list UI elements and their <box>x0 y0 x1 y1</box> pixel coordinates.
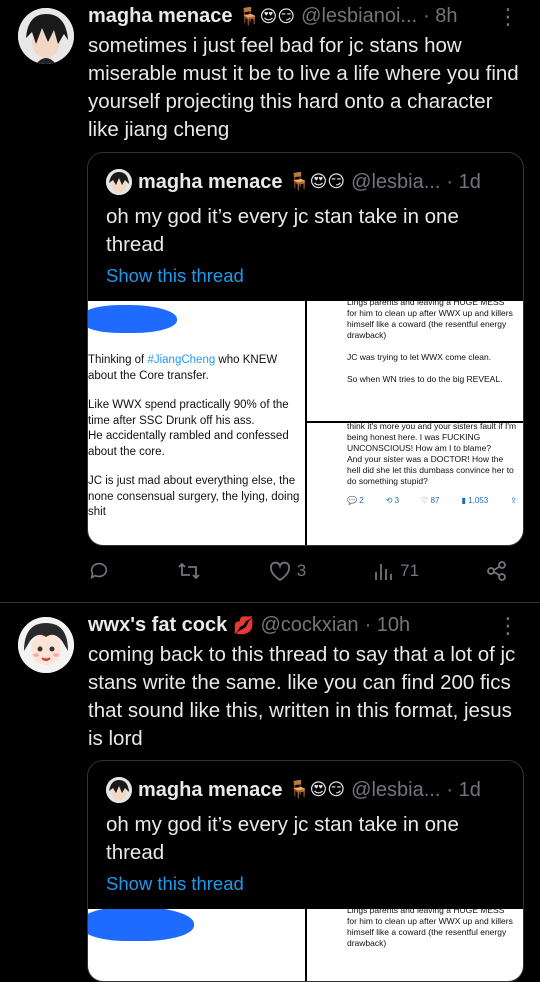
quoted-tweet[interactable]: magha menace 🪑😍😏 @lesbia... · 1d oh my g… <box>87 760 524 982</box>
tweet-2[interactable]: wwx's fat cock 💋 @cockxian · 10h ⋮ comin… <box>0 603 540 982</box>
tweet-header: magha menace 🪑😍😏 @lesbianoi... · 8h <box>88 5 458 28</box>
share-button[interactable] <box>486 560 508 582</box>
image-text: Lings parents and leaving a HUGE MESS fo… <box>347 909 513 948</box>
quoted-display-name: magha menace <box>138 170 283 193</box>
quoted-header: magha menace 🪑😍😏 @lesbia... · 1d <box>106 169 481 195</box>
name-emojis: 💋 <box>233 615 255 635</box>
more-options-icon[interactable]: ⋮ <box>497 4 520 30</box>
image-text: think it's more you and your sisters fau… <box>347 423 517 505</box>
quoted-text: oh my god it’s every jc stan take in one… <box>106 205 459 256</box>
display-name[interactable]: magha menace <box>88 5 233 28</box>
avatar-image <box>18 8 74 64</box>
quoted-timestamp: · 1d <box>446 170 481 193</box>
tweet-header: wwx's fat cock 💋 @cockxian · 10h <box>88 614 410 637</box>
image-text: Thinking of #JiangCheng who KNEW about t… <box>88 354 300 518</box>
attached-image-3[interactable]: think it's more you and your sisters fau… <box>307 423 523 545</box>
name-emojis: 🪑😍😏 <box>238 6 296 26</box>
image-text: Lings parents and leaving a HUGE MESS fo… <box>347 301 513 384</box>
quoted-handle: @lesbia... <box>351 778 441 801</box>
quoted-name-emojis: 🪑😍😏 <box>288 172 346 191</box>
views-count: 71 <box>400 561 420 580</box>
views-button[interactable]: 71 <box>373 560 419 582</box>
avatar[interactable] <box>18 8 74 64</box>
tweet-text: sometimes i just feel bad for jc stans h… <box>88 34 519 141</box>
attached-image-2[interactable]: Lings parents and leaving a HUGE MESS fo… <box>307 909 523 981</box>
quoted-header: magha menace 🪑😍😏 @lesbia... · 1d <box>106 777 481 803</box>
handle[interactable]: @lesbianoi... <box>301 5 417 28</box>
heart-icon <box>269 561 290 582</box>
more-options-icon[interactable]: ⋮ <box>497 613 520 639</box>
avatar-image <box>18 617 74 673</box>
tweet-text: coming back to this thread to say that a… <box>88 643 516 750</box>
quoted-handle: @lesbia... <box>351 170 441 193</box>
retweet-button[interactable] <box>177 560 201 582</box>
redaction-scribble <box>88 909 194 941</box>
share-icon <box>487 561 506 581</box>
timestamp[interactable]: · 8h <box>423 5 457 28</box>
reply-icon <box>90 562 108 579</box>
like-count: 3 <box>296 561 307 580</box>
tweet-actions: 3 71 <box>88 560 508 582</box>
like-button[interactable]: 3 <box>268 560 306 582</box>
show-thread-link[interactable]: Show this thread <box>106 873 244 895</box>
tweet-1[interactable]: magha menace 🪑😍😏 @lesbianoi... · 8h ⋮ so… <box>0 0 540 600</box>
quoted-name-emojis: 🪑😍😏 <box>288 780 346 799</box>
avatar[interactable] <box>18 617 74 673</box>
attached-image-2[interactable]: Lings parents and leaving a HUGE MESS fo… <box>307 301 523 421</box>
views-icon <box>375 564 393 580</box>
quoted-avatar <box>106 169 132 195</box>
reply-button[interactable] <box>88 560 110 582</box>
attached-image-1[interactable] <box>88 909 305 981</box>
retweet-icon <box>178 562 200 580</box>
quoted-tweet[interactable]: magha menace 🪑😍😏 @lesbia... · 1d oh my g… <box>87 152 524 546</box>
timestamp[interactable]: · 10h <box>365 614 411 637</box>
quoted-avatar <box>106 777 132 803</box>
show-thread-link[interactable]: Show this thread <box>106 265 244 287</box>
redaction-scribble <box>88 305 177 333</box>
image-stats: 💬 2 ⟲ 3 ♡ 87 ▮ 1,053 ⇪ <box>347 496 517 505</box>
quoted-display-name: magha menace <box>138 778 283 801</box>
quoted-timestamp: · 1d <box>446 778 481 801</box>
handle[interactable]: @cockxian <box>260 614 358 637</box>
quoted-text: oh my god it’s every jc stan take in one… <box>106 813 459 864</box>
attached-image-1[interactable]: Thinking of #JiangCheng who KNEW about t… <box>88 301 305 545</box>
display-name[interactable]: wwx's fat cock <box>88 614 227 637</box>
